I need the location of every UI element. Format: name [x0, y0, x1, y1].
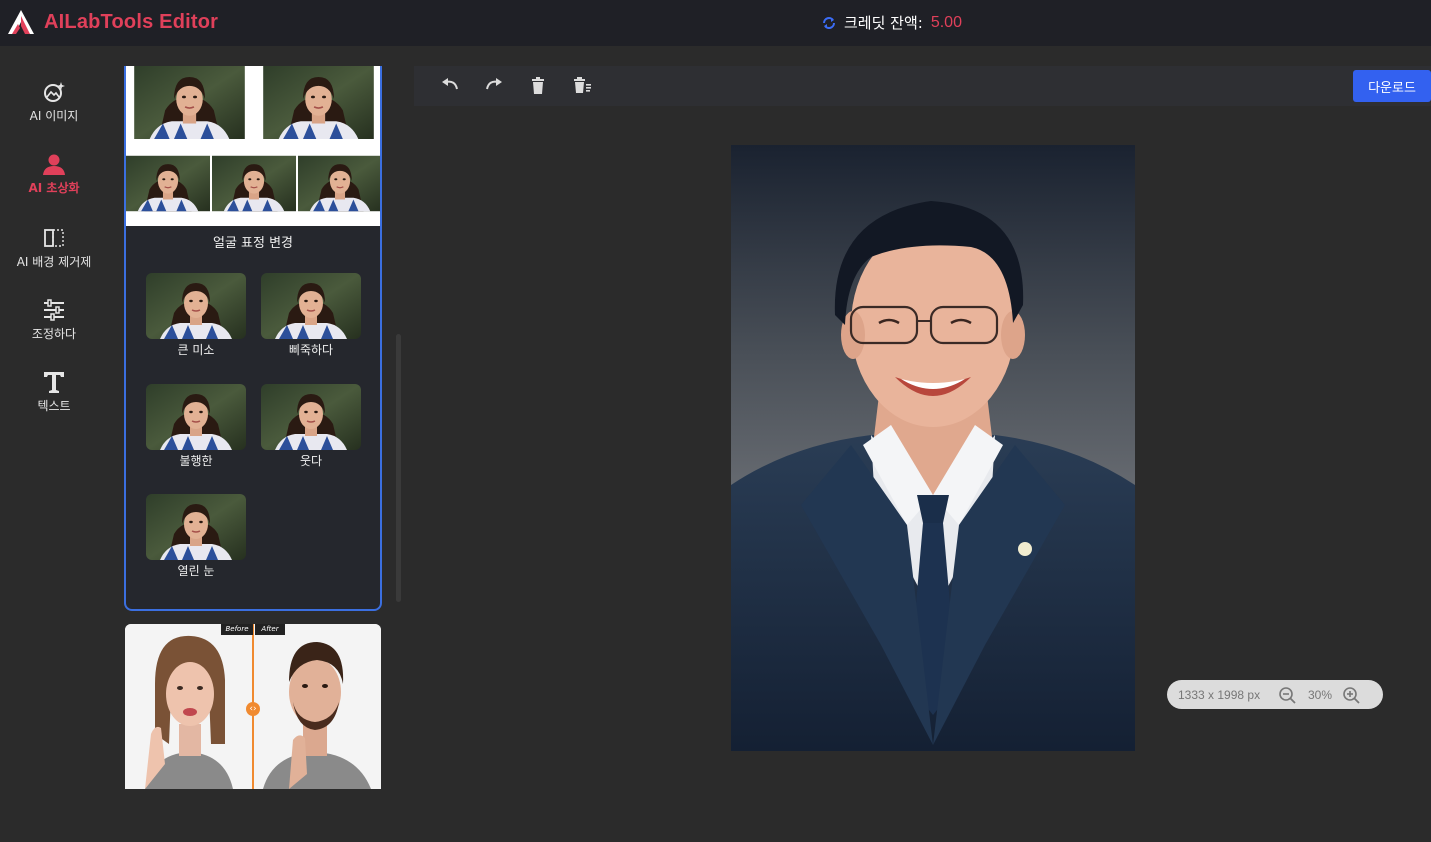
expression-thumbnail [261, 384, 361, 450]
after-tag: After [255, 624, 285, 635]
expression-option-unhappy[interactable]: 불행한 [146, 384, 246, 469]
expression-thumbnail [146, 384, 246, 450]
collage-photo [298, 154, 380, 213]
expression-panel: 얼굴 표정 변경 큰 미소 삐죽하다 불행한 웃다 열린 눈 [124, 66, 382, 611]
nav-item-adjust[interactable]: 조정하다 [0, 298, 108, 342]
before-tag: Before [221, 624, 253, 635]
nav-item-ai-image[interactable]: AI 이미지 [0, 80, 108, 124]
nav-item-text[interactable]: 텍스트 [0, 370, 108, 414]
option-label: 불행한 [179, 454, 213, 468]
redo-icon[interactable] [484, 76, 504, 96]
zoom-out-icon[interactable] [1278, 686, 1296, 704]
expression-option-open-eyes[interactable]: 열린 눈 [146, 494, 246, 579]
download-button[interactable]: 다운로드 [1353, 70, 1431, 102]
option-label: 웃다 [299, 454, 323, 468]
credit-balance: 크레딧 잔액: 5.00 [822, 12, 962, 33]
expression-option-big-smile[interactable]: 큰 미소 [146, 273, 246, 358]
expression-thumbnail [146, 273, 246, 339]
clear-all-icon[interactable] [572, 76, 592, 96]
expression-collage [126, 66, 380, 226]
before-photo [125, 624, 253, 789]
zoom-in-icon[interactable] [1342, 686, 1360, 704]
credit-value: 5.00 [930, 13, 962, 31]
background-remove-icon [44, 229, 64, 247]
nav-label: 조정하다 [31, 327, 77, 341]
zoom-control: 1333 x 1998 px 30% [1167, 680, 1383, 709]
editor-toolbar [414, 66, 1431, 106]
nav-label: AI 이미지 [29, 109, 79, 123]
compare-handle-icon[interactable]: ‹› [246, 702, 260, 716]
option-label: 삐죽하다 [288, 343, 334, 357]
nav-item-bg-remover[interactable]: AI 배경 제거제 [0, 226, 108, 270]
nav-label: AI 배경 제거제 [16, 255, 92, 269]
text-icon [44, 372, 64, 393]
expression-thumbnail [261, 273, 361, 339]
canvas-image[interactable] [731, 145, 1135, 751]
option-label: 큰 미소 [177, 343, 215, 357]
brand-logo-icon [8, 10, 34, 34]
brand-name: AILabTools Editor [44, 10, 219, 33]
credit-label: 크레딧 잔액: [844, 14, 923, 32]
option-label: 열린 눈 [177, 564, 215, 578]
expression-option-laugh[interactable]: 웃다 [261, 384, 361, 469]
collage-photo [126, 154, 210, 213]
nav-label: AI 초상화 [28, 181, 80, 195]
zoom-percent: 30% [1308, 687, 1333, 702]
delete-icon[interactable] [528, 76, 548, 96]
portrait-icon [43, 154, 65, 175]
after-photo [253, 624, 381, 789]
collage-photo [262, 66, 375, 139]
nav-item-ai-portrait[interactable]: AI 초상화 [0, 152, 108, 196]
panel-title: 얼굴 표정 변경 [212, 236, 294, 251]
portrait-photo [731, 145, 1135, 751]
collage-photo [212, 154, 296, 213]
top-bar: AILabTools Editor 크레딧 잔액: 5.00 [0, 0, 1431, 46]
ai-image-icon [44, 82, 65, 102]
expression-thumbnail [146, 494, 246, 560]
nav-label: 텍스트 [37, 399, 71, 413]
collage-photo [133, 66, 246, 139]
image-dimensions: 1333 x 1998 px [1178, 687, 1261, 702]
brand[interactable]: AILabTools Editor [6, 8, 218, 36]
expression-option-pout[interactable]: 삐죽하다 [261, 273, 361, 358]
sliders-icon [44, 299, 64, 321]
undo-icon[interactable] [440, 76, 460, 96]
panel-scrollbar[interactable] [396, 334, 401, 602]
gender-swap-card[interactable]: ‹› Before After [125, 624, 381, 789]
refresh-icon[interactable] [822, 16, 836, 30]
